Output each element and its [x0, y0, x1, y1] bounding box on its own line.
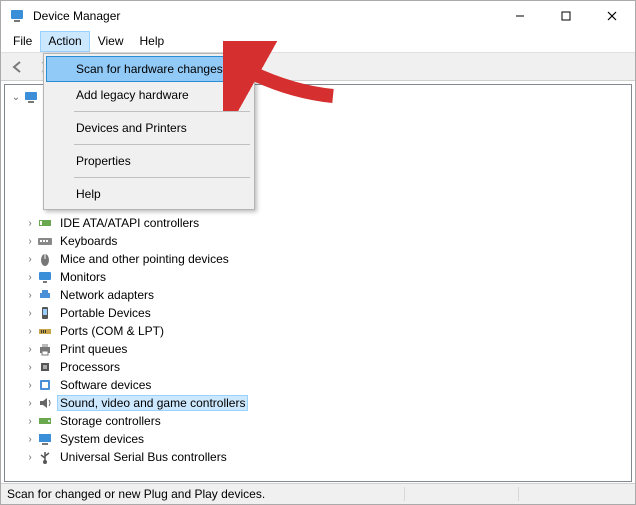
expand-icon[interactable]: › [23, 434, 37, 445]
tree-item-label: Software devices [57, 377, 154, 393]
menu-view[interactable]: View [90, 31, 132, 52]
portable-icon [37, 305, 53, 321]
computer-icon [23, 89, 39, 105]
tree-item[interactable]: › Software devices [9, 376, 631, 394]
tree-item[interactable]: › Network adapters [9, 286, 631, 304]
expand-icon[interactable]: › [23, 272, 37, 283]
menu-devices-printers[interactable]: Devices and Printers [46, 115, 252, 141]
expand-icon[interactable]: › [23, 380, 37, 391]
app-icon [9, 8, 25, 24]
cpu-icon [37, 359, 53, 375]
status-cell-empty [409, 487, 519, 501]
speaker-icon [37, 395, 53, 411]
tree-item[interactable]: › Print queues [9, 340, 631, 358]
tree-item[interactable]: › Processors [9, 358, 631, 376]
window-controls [497, 1, 635, 31]
expand-icon[interactable]: › [23, 290, 37, 301]
monitor-icon [37, 269, 53, 285]
tree-item-label: Sound, video and game controllers [57, 395, 248, 411]
tree-item[interactable]: › Storage controllers [9, 412, 631, 430]
tree-item-label: Ports (COM & LPT) [57, 323, 167, 339]
expand-icon[interactable]: › [23, 218, 37, 229]
storage-icon [37, 413, 53, 429]
maximize-button[interactable] [543, 1, 589, 31]
expand-icon[interactable]: › [23, 398, 37, 409]
menu-properties[interactable]: Properties [46, 148, 252, 174]
expand-icon[interactable]: › [23, 344, 37, 355]
network-icon [37, 287, 53, 303]
menu-separator [74, 111, 250, 112]
tree-item[interactable]: › Keyboards [9, 232, 631, 250]
usb-icon [37, 449, 53, 465]
tree-item-label: Storage controllers [57, 413, 164, 429]
printer-icon [37, 341, 53, 357]
controller-icon [37, 215, 53, 231]
back-button[interactable] [7, 56, 29, 78]
menu-separator [74, 144, 250, 145]
tree-item-label: Network adapters [57, 287, 157, 303]
port-icon [37, 323, 53, 339]
close-button[interactable] [589, 1, 635, 31]
tree-item-label: Mice and other pointing devices [57, 251, 232, 267]
menu-scan-hardware[interactable]: Scan for hardware changes [46, 56, 252, 82]
menu-action[interactable]: Action [40, 31, 89, 52]
tree-item-label: Print queues [57, 341, 130, 357]
menu-add-legacy[interactable]: Add legacy hardware [46, 82, 252, 108]
expand-icon[interactable]: › [23, 452, 37, 463]
software-icon [37, 377, 53, 393]
tree-item[interactable]: › Portable Devices [9, 304, 631, 322]
tree-item-label: System devices [57, 431, 147, 447]
status-text: Scan for changed or new Plug and Play de… [7, 487, 265, 501]
expand-icon[interactable]: › [23, 236, 37, 247]
window-title: Device Manager [31, 9, 497, 23]
tree-item-label: Monitors [57, 269, 109, 285]
expand-icon[interactable]: › [23, 308, 37, 319]
tree-item[interactable]: › System devices [9, 430, 631, 448]
minimize-button[interactable] [497, 1, 543, 31]
tree-item[interactable]: › Universal Serial Bus controllers [9, 448, 631, 466]
tree-item-label: Universal Serial Bus controllers [57, 449, 230, 465]
tree-item-label: IDE ATA/ATAPI controllers [57, 215, 202, 231]
status-cell-empty [519, 487, 629, 501]
tree-item[interactable]: › Sound, video and game controllers [9, 394, 631, 412]
statusbar: Scan for changed or new Plug and Play de… [1, 483, 635, 504]
tree-item-label: Portable Devices [57, 305, 154, 321]
menu-file[interactable]: File [5, 31, 40, 52]
titlebar: Device Manager [1, 1, 635, 31]
tree-item[interactable]: › Monitors [9, 268, 631, 286]
expand-icon[interactable]: › [23, 416, 37, 427]
tree-item-label: Keyboards [57, 233, 120, 249]
expand-icon[interactable]: › [23, 326, 37, 337]
mouse-icon [37, 251, 53, 267]
expand-icon[interactable]: › [23, 254, 37, 265]
menu-help-item[interactable]: Help [46, 181, 252, 207]
keyboard-icon [37, 233, 53, 249]
expand-icon[interactable]: › [23, 362, 37, 373]
menu-separator [74, 177, 250, 178]
tree-item[interactable]: › Ports (COM & LPT) [9, 322, 631, 340]
menubar: File Action View Help [1, 31, 635, 53]
tree-item[interactable]: › IDE ATA/ATAPI controllers [9, 214, 631, 232]
menu-help[interactable]: Help [132, 31, 173, 52]
action-menu-dropdown: Scan for hardware changes Add legacy har… [43, 53, 255, 210]
tree-item-label: Processors [57, 359, 123, 375]
tree-item[interactable]: › Mice and other pointing devices [9, 250, 631, 268]
system-icon [37, 431, 53, 447]
collapse-icon[interactable]: ⌄ [9, 92, 23, 103]
